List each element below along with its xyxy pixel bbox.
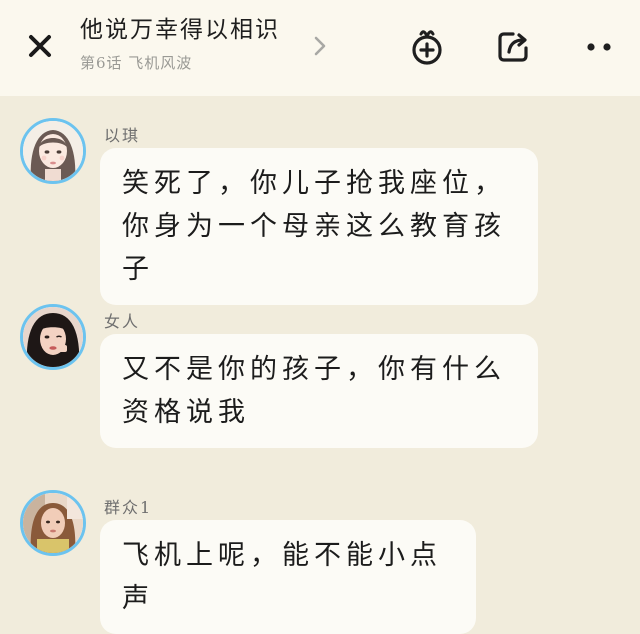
story-title: 他说万幸得以相识 <box>80 17 280 43</box>
more-icon[interactable] <box>578 26 620 68</box>
avatar-crowd1[interactable] <box>20 490 86 556</box>
message-bubble: 笑死了，你儿子抢我座位，你身为一个母亲这么教育孩子 <box>100 148 538 305</box>
chevron-right-icon[interactable] <box>312 34 328 58</box>
avatar-crowd1-image <box>23 493 83 553</box>
message-bubble: 又不是你的孩子，你有什么资格说我 <box>100 334 538 448</box>
top-bar: 他说万幸得以相识 第6话 飞机风波 <box>0 0 640 96</box>
chat-area[interactable]: 以琪 笑死了，你儿子抢我座位，你身为一个母亲这么教育孩子 女人 又不是你的孩子，… <box>0 96 640 634</box>
sender-name: 女人 <box>104 312 141 331</box>
episode-subtitle: 第6话 飞机风波 <box>80 54 193 72</box>
avatar-yiqi[interactable] <box>20 118 86 184</box>
share-icon[interactable] <box>492 26 534 68</box>
close-icon[interactable] <box>22 28 58 64</box>
gift-plus-icon[interactable] <box>406 26 448 68</box>
avatar-woman-image <box>23 307 83 367</box>
sender-name: 以琪 <box>104 126 141 145</box>
avatar-yiqi-image <box>23 121 83 181</box>
story-title-link[interactable]: 他说万幸得以相识 第6话 飞机风波 <box>80 14 340 73</box>
avatar-woman[interactable] <box>20 304 86 370</box>
sender-name: 群众1 <box>104 498 153 517</box>
